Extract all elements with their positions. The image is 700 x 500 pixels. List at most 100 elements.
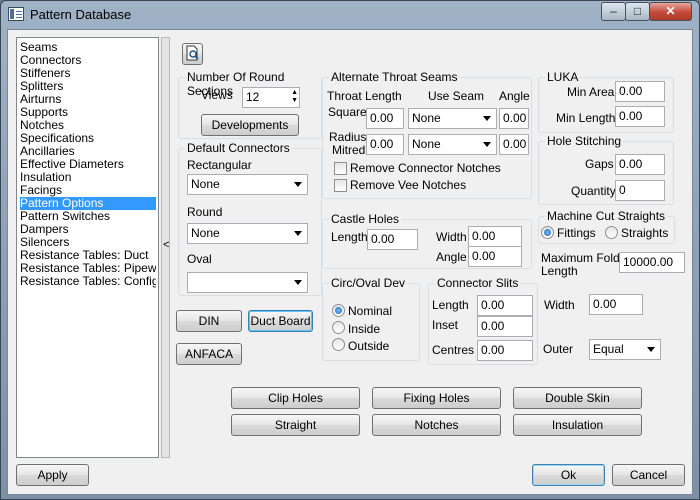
square-angle-field[interactable]: 0.00 [499,108,529,129]
ok-button[interactable]: Ok [532,464,605,486]
category-list[interactable]: Seams Connectors Stiffeners Splitters Airtur… [16,37,159,458]
slits-inset-field[interactable]: 0.00 [477,316,533,337]
category-list-item[interactable]: Silencers [20,236,156,249]
minimize-button[interactable]: – [601,2,626,21]
remove-vee-notches-checkbox[interactable] [334,179,347,192]
nominal-label: Nominal [348,304,393,318]
anfaca-button[interactable]: ANFACA [176,343,242,365]
quantity-label: Quantity [571,184,616,198]
remove-connector-notches-checkbox[interactable] [334,162,347,175]
remove-connector-notches-label: Remove Connector Notches [350,161,501,175]
category-list-item[interactable]: Supports [20,106,156,119]
circ-oval-dev-title: Circ/Oval Dev [329,276,408,290]
quantity-field[interactable]: 0 [615,180,665,201]
inside-label: Inside [348,322,381,336]
castle-length-label: Length [331,230,368,244]
castle-width-label: Width [436,230,467,244]
cancel-button[interactable]: Cancel [612,464,685,486]
dialog-client-area: Seams Connectors Stiffeners Splitters Airtur… [7,29,693,495]
chevron-down-icon [647,347,655,352]
duct-board-button[interactable]: Duct Board [248,310,313,332]
connector-slits-title: Connector Slits [435,276,521,290]
castle-angle-field[interactable]: 0.00 [468,246,522,267]
category-list-item[interactable]: Connectors [20,54,156,67]
inside-radio[interactable] [332,321,345,334]
slits-centres-field[interactable]: 0.00 [477,340,533,361]
category-list-item[interactable]: Resistance Tables: Pipework [20,262,156,275]
remove-vee-notches-label: Remove Vee Notches [350,178,467,192]
angle-header: Angle [499,89,530,103]
window-title: Pattern Database [30,7,132,22]
oval-connector-select[interactable] [187,272,308,293]
category-list-item[interactable]: Stiffeners [20,67,156,80]
square-throat-length-field[interactable]: 0.00 [366,108,404,129]
developments-button[interactable]: Developments [201,114,299,136]
hole-stitching-title: Hole Stitching [545,134,624,148]
pattern-database-window: Pattern Database – □ ✕ Seams Connectors St… [0,0,700,500]
straights-radio[interactable] [605,226,618,239]
category-list-item[interactable]: Insulation [20,171,156,184]
oval-label: Oval [187,252,212,266]
spinner-icon[interactable]: ▲ ▼ [291,89,298,105]
views-field[interactable]: 12 ▲ ▼ [242,87,300,108]
outer-select[interactable]: Equal [589,339,661,360]
max-fold-length-field[interactable]: 10000.00 [619,252,685,273]
rectangular-connector-value: None [191,177,220,191]
round-label: Round [187,205,223,219]
close-button[interactable]: ✕ [649,2,692,21]
category-list-item[interactable]: Dampers [20,223,156,236]
radius-use-seam-select[interactable]: None [408,134,497,155]
castle-width-field[interactable]: 0.00 [468,226,522,247]
preview-button[interactable] [182,43,203,65]
category-list-item[interactable]: Facings [20,184,156,197]
category-list-item[interactable]: Specifications [20,132,156,145]
category-list-item[interactable]: Airturns [20,93,156,106]
category-list-item[interactable]: Pattern Options [20,197,156,210]
category-list-item[interactable]: Seams [20,41,156,54]
min-area-field[interactable]: 0.00 [615,81,665,102]
width-field[interactable]: 0.00 [589,294,643,315]
round-connector-value: None [191,226,220,240]
category-list-item[interactable]: Resistance Tables: Configura [20,275,156,288]
maximize-button[interactable]: □ [625,2,650,21]
rectangular-connector-select[interactable]: None [187,174,308,195]
outside-label: Outside [348,339,390,353]
fittings-radio[interactable] [541,226,554,239]
outside-radio[interactable] [332,338,345,351]
radius-throat-length-field[interactable]: 0.00 [366,134,404,155]
fixing-holes-button[interactable]: Fixing Holes [372,387,501,409]
castle-angle-label: Angle [436,250,467,264]
nominal-radio[interactable] [332,304,345,317]
din-button[interactable]: DIN [176,310,242,332]
list-splitter[interactable]: < [161,37,170,458]
double-skin-button[interactable]: Double Skin [513,387,642,409]
radius-angle-field[interactable]: 0.00 [499,134,529,155]
category-list-item[interactable]: Notches [20,119,156,132]
min-length-field[interactable]: 0.00 [615,106,665,127]
category-list-item[interactable]: Effective Diameters [20,158,156,171]
slits-length-field[interactable]: 0.00 [477,295,533,316]
slits-centres-label: Centres [432,343,475,357]
category-list-item[interactable]: Splitters [20,80,156,93]
insulation-button[interactable]: Insulation [513,414,642,436]
clip-holes-button[interactable]: Clip Holes [231,387,360,409]
max-fold-label-line1: Maximum Fold [541,251,620,265]
category-list-item[interactable]: Pattern Switches [20,210,156,223]
square-use-seam-value: None [412,111,441,125]
chevron-down-icon [294,280,302,285]
category-list-item[interactable]: Resistance Tables: Duct [20,249,156,262]
category-list-item[interactable]: Ancillaries [20,145,156,158]
square-use-seam-select[interactable]: None [408,108,497,129]
castle-length-field[interactable]: 0.00 [367,229,418,250]
apply-button[interactable]: Apply [16,464,89,486]
chevron-down-icon [294,182,302,187]
width-label: Width [544,298,575,312]
round-connector-select[interactable]: None [187,223,308,244]
document-magnifier-icon [186,45,199,61]
fittings-label: Fittings [557,226,596,240]
gaps-field[interactable]: 0.00 [615,154,665,175]
max-fold-label-line2: Length [541,264,578,278]
notches-button[interactable]: Notches [372,414,501,436]
minimize-icon: – [610,4,617,18]
straight-button[interactable]: Straight [231,414,360,436]
